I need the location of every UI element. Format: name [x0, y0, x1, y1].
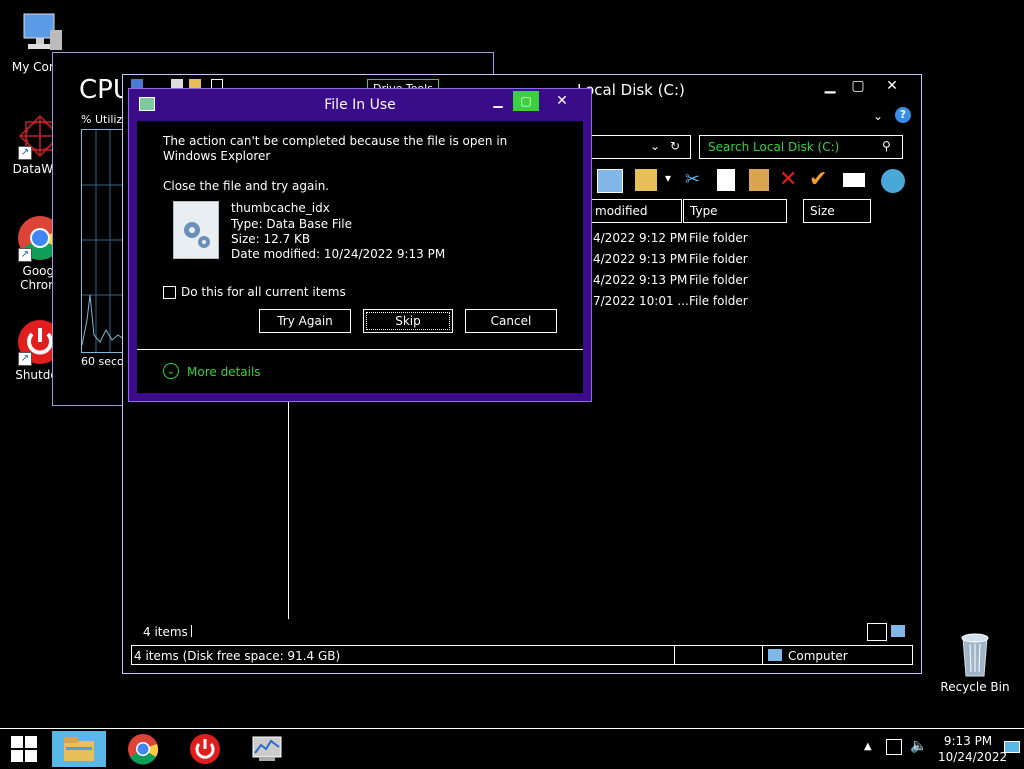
clock-date: 10/24/2022	[938, 750, 1008, 764]
dialog-divider	[137, 349, 583, 350]
status-separator	[191, 625, 192, 637]
try-again-button[interactable]: Try Again	[259, 309, 351, 333]
row-type[interactable]: File folder	[689, 294, 748, 308]
nav-pane-splitter[interactable]	[288, 401, 289, 619]
computer-small-icon	[768, 649, 782, 661]
toolbar-dropdown-icon[interactable]: ▾	[665, 171, 671, 185]
details-view-icon[interactable]	[867, 623, 887, 641]
status-divider	[762, 646, 763, 664]
refresh-icon[interactable]: ↻	[670, 139, 680, 153]
dialog-instruction: Close the file and try again.	[163, 179, 330, 193]
minimize-icon: ▁	[493, 94, 503, 108]
large-icons-view-icon[interactable]	[891, 625, 905, 637]
row-date[interactable]: 4/2022 9:12 PM	[593, 231, 687, 245]
maximize-icon: ▢	[520, 94, 532, 108]
search-icon: ⚲	[882, 139, 891, 153]
maximize-icon: ▢	[851, 78, 865, 94]
cut-icon[interactable]: ✂	[685, 169, 700, 190]
recycle-bin-icon	[951, 630, 999, 678]
taskbar-file-explorer[interactable]	[52, 731, 106, 767]
status-left-text: 4 items (Disk free space: 91.4 GB)	[134, 649, 341, 663]
explorer-title: Local Disk (C:)	[577, 81, 685, 99]
performance-monitor-icon	[252, 736, 282, 761]
taskbar-chrome[interactable]	[116, 731, 170, 767]
windows-logo-icon	[11, 736, 37, 762]
help-icon[interactable]: ?	[895, 107, 911, 123]
delete-icon[interactable]: ✕	[779, 167, 797, 192]
file-size: Size: 12.7 KB	[231, 232, 311, 246]
file-in-use-dialog[interactable]: File In Use ▁ ▢ ✕ The action can't be co…	[128, 88, 592, 402]
address-bar[interactable]: ⌄ ↻	[589, 135, 691, 159]
copy-icon[interactable]	[717, 169, 735, 191]
shortcut-arrow-icon: ↗	[18, 146, 32, 160]
taskbar-performance-monitor[interactable]	[240, 731, 294, 767]
status-divider	[674, 646, 675, 664]
power-icon	[190, 734, 220, 764]
properties-check-icon[interactable]: ✔	[809, 167, 827, 192]
skip-button[interactable]: Skip	[363, 309, 453, 333]
globe-icon[interactable]	[881, 169, 905, 193]
dialog-body: The action can't be completed because th…	[137, 121, 583, 393]
cancel-button[interactable]: Cancel	[465, 309, 557, 333]
file-explorer-icon	[64, 737, 94, 761]
preview-pane-icon[interactable]	[597, 169, 623, 193]
apply-all-label: Do this for all current items	[181, 285, 346, 299]
rename-icon[interactable]	[843, 173, 865, 187]
file-type: Type: Data Base File	[231, 217, 353, 231]
network-icon[interactable]	[886, 739, 902, 755]
file-modified: Date modified: 10/24/2022 9:13 PM	[231, 247, 446, 261]
maximize-button[interactable]: ▢	[841, 75, 875, 97]
close-icon: ✕	[556, 93, 568, 109]
row-date[interactable]: 4/2022 9:13 PM	[593, 273, 687, 287]
shortcut-arrow-icon: ↗	[18, 248, 32, 262]
ribbon-expand-icon[interactable]: ⌄	[873, 109, 883, 123]
minimize-icon: ▁	[824, 78, 836, 94]
chrome-icon	[128, 734, 159, 765]
close-icon: ✕	[886, 78, 898, 94]
file-name: thumbcache_idx	[231, 201, 330, 215]
expand-chevron-icon[interactable]: ⌄	[163, 363, 179, 379]
show-desktop-icon[interactable]	[1004, 741, 1020, 753]
desktop-icon-recycle-bin[interactable]: Recycle Bin	[935, 630, 1015, 694]
items-count: 4 items	[143, 625, 188, 639]
computer-icon	[16, 10, 64, 58]
column-size[interactable]: Size	[803, 199, 871, 223]
taskbar: ▲ 🔈 9:13 PM 10/24/2022	[0, 728, 1024, 769]
row-date[interactable]: 7/2022 10:01 ...	[593, 294, 689, 308]
shortcut-arrow-icon: ↗	[18, 352, 32, 366]
row-type[interactable]: File folder	[689, 273, 748, 287]
search-placeholder: Search Local Disk (C:)	[708, 140, 840, 154]
row-date[interactable]: 4/2022 9:13 PM	[593, 252, 687, 266]
show-hidden-icons-icon[interactable]: ▲	[864, 741, 872, 752]
dialog-maximize-button[interactable]: ▢	[513, 91, 539, 111]
apply-all-checkbox[interactable]	[163, 286, 176, 299]
row-type[interactable]: File folder	[689, 252, 748, 266]
taskbar-shutdown[interactable]	[178, 731, 232, 767]
folder-options-icon[interactable]	[635, 169, 657, 191]
taskbar-clock[interactable]: 9:13 PM 10/24/2022	[938, 733, 1008, 765]
desktop-icon-label: Recycle Bin	[940, 680, 1010, 694]
paste-icon[interactable]	[749, 169, 769, 191]
row-type[interactable]: File folder	[689, 231, 748, 245]
status-right-text: Computer	[788, 649, 848, 663]
dialog-close-button[interactable]: ✕	[547, 91, 577, 111]
dialog-message: The action can't be completed because th…	[163, 134, 508, 163]
address-dropdown-icon[interactable]: ⌄	[650, 139, 660, 153]
search-box[interactable]: Search Local Disk (C:) ⚲	[699, 135, 903, 159]
column-date-modified[interactable]: modified	[589, 199, 682, 223]
close-button[interactable]: ✕	[875, 75, 909, 97]
more-details-link[interactable]: More details	[187, 365, 261, 379]
column-type[interactable]: Type	[683, 199, 787, 223]
clock-time: 9:13 PM	[943, 734, 993, 748]
dialog-minimize-button[interactable]: ▁	[485, 91, 511, 111]
data-file-icon	[173, 201, 219, 259]
start-button[interactable]	[0, 731, 48, 767]
status-bar: 4 items (Disk free space: 91.4 GB) Compu…	[131, 645, 913, 665]
volume-icon[interactable]: 🔈	[910, 738, 927, 754]
